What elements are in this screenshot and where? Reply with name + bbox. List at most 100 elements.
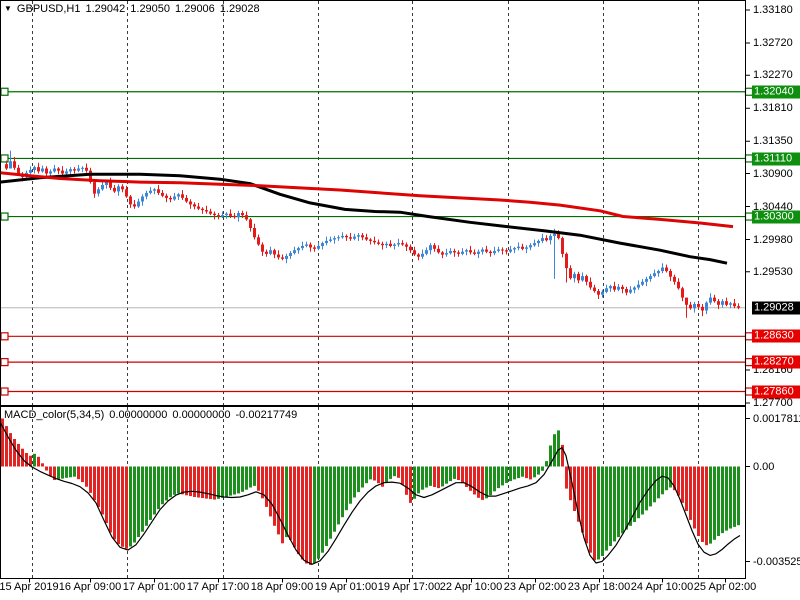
macd-bar	[185, 466, 188, 496]
time-axis-label: 19 Apr 01:00	[314, 581, 378, 593]
candle	[517, 246, 520, 249]
time-axis-label: 17 Apr 01:00	[122, 581, 186, 593]
candle	[361, 235, 364, 238]
macd-bar	[441, 466, 444, 487]
support-price-flag: 1.28270	[752, 355, 800, 369]
macd-bar	[341, 466, 344, 518]
time-axis-label: 17 Apr 17:00	[186, 581, 250, 593]
macd-bar	[85, 466, 88, 487]
candle	[445, 253, 448, 255]
candle	[677, 281, 680, 289]
macd-axis-label: 0.00	[753, 460, 775, 473]
candle	[177, 194, 180, 197]
line-endpoint-marker[interactable]	[0, 358, 9, 367]
candle	[409, 246, 412, 251]
macd-bar	[421, 466, 424, 490]
symbol-dropdown-icon[interactable]: ▼	[4, 4, 12, 13]
bid-price-flag: 1.29028	[752, 301, 800, 315]
macd-bar	[61, 466, 64, 479]
candle	[709, 297, 712, 303]
candle	[269, 250, 272, 254]
macd-bar	[637, 466, 640, 519]
line-endpoint-marker[interactable]	[0, 387, 9, 396]
candle	[561, 238, 564, 254]
candle	[697, 304, 700, 307]
macd-bar	[177, 466, 180, 494]
line-endpoint-marker[interactable]	[0, 332, 9, 341]
candle	[417, 254, 420, 257]
candle	[737, 306, 740, 308]
macd-histogram-group	[1, 418, 740, 565]
macd-bar	[165, 466, 168, 501]
candle	[293, 250, 296, 254]
candle	[381, 243, 384, 246]
macd-bar	[677, 466, 680, 496]
candle	[725, 301, 728, 305]
candle	[733, 303, 736, 307]
macd-bar	[225, 466, 228, 497]
macd-bar	[113, 466, 116, 540]
macd-bar	[293, 466, 296, 548]
candle	[105, 182, 108, 185]
candle	[249, 219, 252, 228]
candle	[185, 197, 188, 202]
chart-canvas[interactable]	[0, 0, 800, 600]
macd-bar	[701, 466, 704, 542]
macd-bar	[657, 466, 660, 499]
macd-bar	[325, 466, 328, 546]
candle	[341, 235, 344, 238]
resistance-price-flag: 1.31110	[752, 152, 800, 165]
macd-bar	[485, 466, 488, 499]
macd-bar	[333, 466, 336, 532]
macd-bar	[161, 466, 164, 505]
macd-bar	[617, 466, 620, 538]
line-endpoint-marker[interactable]	[0, 212, 9, 221]
macd-bar	[229, 466, 232, 496]
candle	[261, 244, 264, 252]
time-axis-label: 24 Apr 10:00	[630, 581, 694, 593]
candle	[317, 245, 320, 249]
candle	[533, 243, 536, 246]
macd-bar	[597, 466, 600, 560]
macd-bar	[521, 466, 524, 477]
candle	[465, 250, 468, 252]
mt4-chart-window: ▼ GBPUSD,H1 1.29042 1.29050 1.29006 1.29028 M…	[0, 0, 800, 600]
macd-bar	[141, 466, 144, 532]
macd-bar	[461, 466, 464, 484]
macd-bar	[513, 466, 516, 480]
candle	[657, 271, 660, 274]
macd-bar	[493, 466, 496, 492]
candle	[209, 211, 212, 214]
candle	[653, 273, 656, 277]
candle	[545, 238, 548, 241]
macd-bar	[9, 433, 12, 467]
resistance-price-flag: 1.32040	[752, 85, 800, 99]
candle	[665, 267, 668, 272]
macd-bar	[509, 466, 512, 482]
candle	[13, 161, 16, 168]
macd-bar	[13, 439, 16, 467]
candle	[33, 167, 36, 170]
macd-bar	[197, 466, 200, 498]
macd-bar	[137, 466, 140, 538]
price-axis-label: 1.29980	[753, 233, 793, 246]
macd-bar	[449, 466, 452, 482]
macd-bar	[89, 466, 92, 493]
candle	[93, 182, 96, 194]
candle	[61, 170, 64, 174]
candle	[581, 276, 584, 281]
price-axis-label: 1.32720	[753, 37, 793, 49]
macd-bar	[249, 466, 252, 488]
line-endpoint-marker[interactable]	[0, 87, 9, 96]
macd-bar	[245, 466, 248, 490]
candle	[497, 249, 500, 251]
time-axis-label: 19 Apr 17:00	[377, 581, 441, 593]
macd-bar	[265, 466, 268, 507]
macd-bar	[477, 466, 480, 498]
macd-bar	[505, 466, 508, 483]
price-axis-label: 1.32270	[753, 69, 793, 82]
candle	[193, 204, 196, 207]
macd-bar	[545, 461, 548, 467]
candle	[449, 251, 452, 254]
candle	[437, 248, 440, 253]
